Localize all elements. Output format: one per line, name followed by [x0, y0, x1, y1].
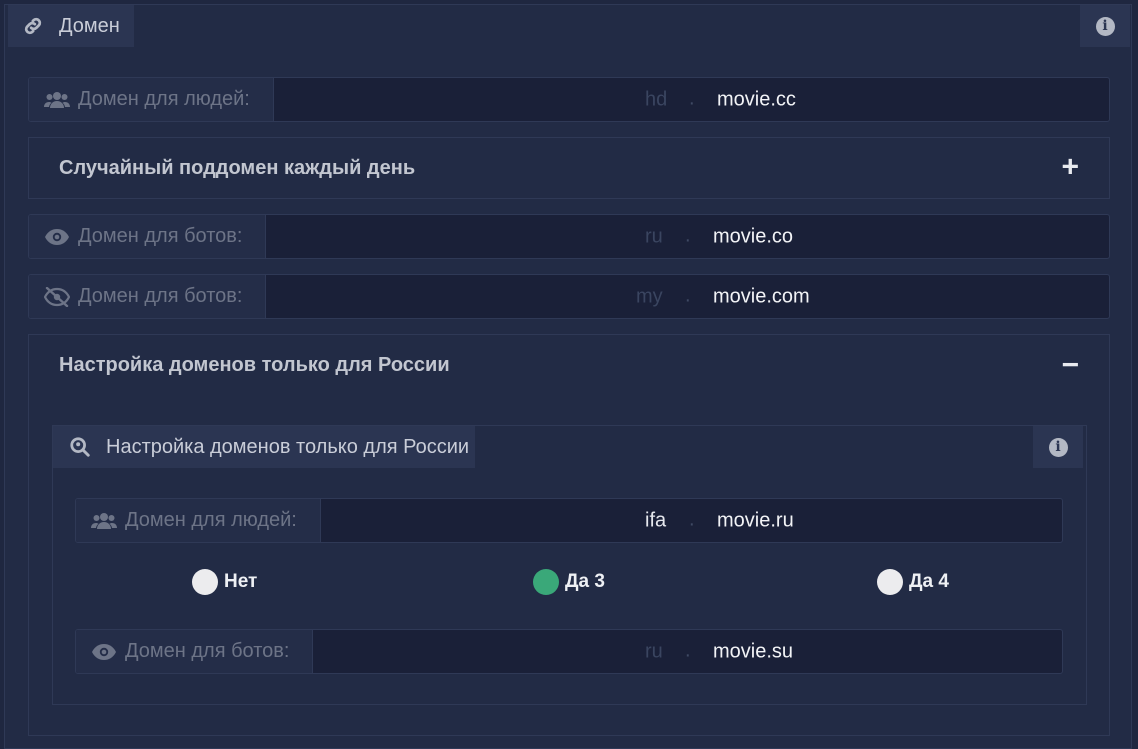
bot-domain-label: Домен для ботов: — [29, 215, 266, 258]
radio-circle — [877, 569, 903, 595]
subdomain-input[interactable]: ru — [645, 225, 663, 248]
domain-value[interactable]: movie.co — [713, 225, 793, 248]
domain-dot: . — [685, 638, 691, 661]
human-domain-label: Домен для людей: — [76, 499, 321, 542]
radio-yes-3[interactable]: Да 3 — [533, 569, 605, 595]
info-button[interactable]: i — [1033, 426, 1083, 468]
expand-toggle[interactable]: + — [1061, 150, 1079, 184]
subdomain-input[interactable]: ru — [645, 640, 663, 663]
radio-circle — [192, 569, 218, 595]
radio-yes-4[interactable]: Да 4 — [877, 569, 949, 595]
russia-section[interactable]: Настройка доменов только для России − — [28, 334, 1110, 396]
domain-dot: . — [689, 86, 695, 109]
bot-domain-field: Домен для ботов: ru . movie.co — [28, 214, 1110, 259]
russia-panel-tab[interactable]: Настройка доменов только для России — [53, 426, 475, 468]
subdomain-input[interactable]: hd — [645, 88, 667, 111]
panel-tab[interactable]: Домен — [8, 5, 134, 47]
radio-no[interactable]: Нет — [192, 569, 257, 595]
human-domain-field: Домен для людей: hd . movie.cc — [28, 77, 1110, 122]
bot-domain-hidden-field: Домен для ботов: my . movie.com — [28, 274, 1110, 319]
bot-domain-label: Домен для ботов: — [76, 630, 313, 673]
panel-title: Домен — [59, 14, 120, 37]
info-icon: i — [1048, 437, 1068, 457]
eye-icon — [44, 226, 70, 248]
collapse-toggle[interactable]: − — [1061, 348, 1079, 382]
domain-value[interactable]: movie.cc — [717, 88, 796, 111]
ru-bot-domain-field: Домен для ботов: ru . movie.su — [75, 629, 1063, 674]
search-location-icon — [69, 436, 91, 458]
russia-panel-title: Настройка доменов только для России — [106, 435, 470, 458]
users-icon — [91, 510, 117, 532]
eye-icon — [91, 641, 117, 663]
domain-dot: . — [689, 507, 695, 530]
subdomain-input[interactable]: my — [636, 285, 663, 308]
eye-slash-icon — [44, 286, 70, 308]
domain-value[interactable]: movie.su — [713, 640, 793, 663]
subdomain-input[interactable]: ifa — [645, 509, 666, 532]
users-icon — [44, 89, 70, 111]
ru-human-domain-field: Домен для людей: ifa . movie.ru — [75, 498, 1063, 543]
radio-circle-selected — [533, 569, 559, 595]
link-icon — [22, 15, 44, 37]
info-button[interactable]: i — [1080, 5, 1130, 47]
info-icon: i — [1095, 16, 1115, 36]
domain-value[interactable]: movie.com — [713, 285, 810, 308]
human-domain-label: Домен для людей: — [29, 78, 274, 121]
domain-dot: . — [685, 283, 691, 306]
bot-domain-label: Домен для ботов: — [29, 275, 266, 318]
domain-dot: . — [685, 223, 691, 246]
random-subdomain-section[interactable]: Случайный поддомен каждый день + — [28, 137, 1110, 199]
domain-value[interactable]: movie.ru — [717, 509, 794, 532]
